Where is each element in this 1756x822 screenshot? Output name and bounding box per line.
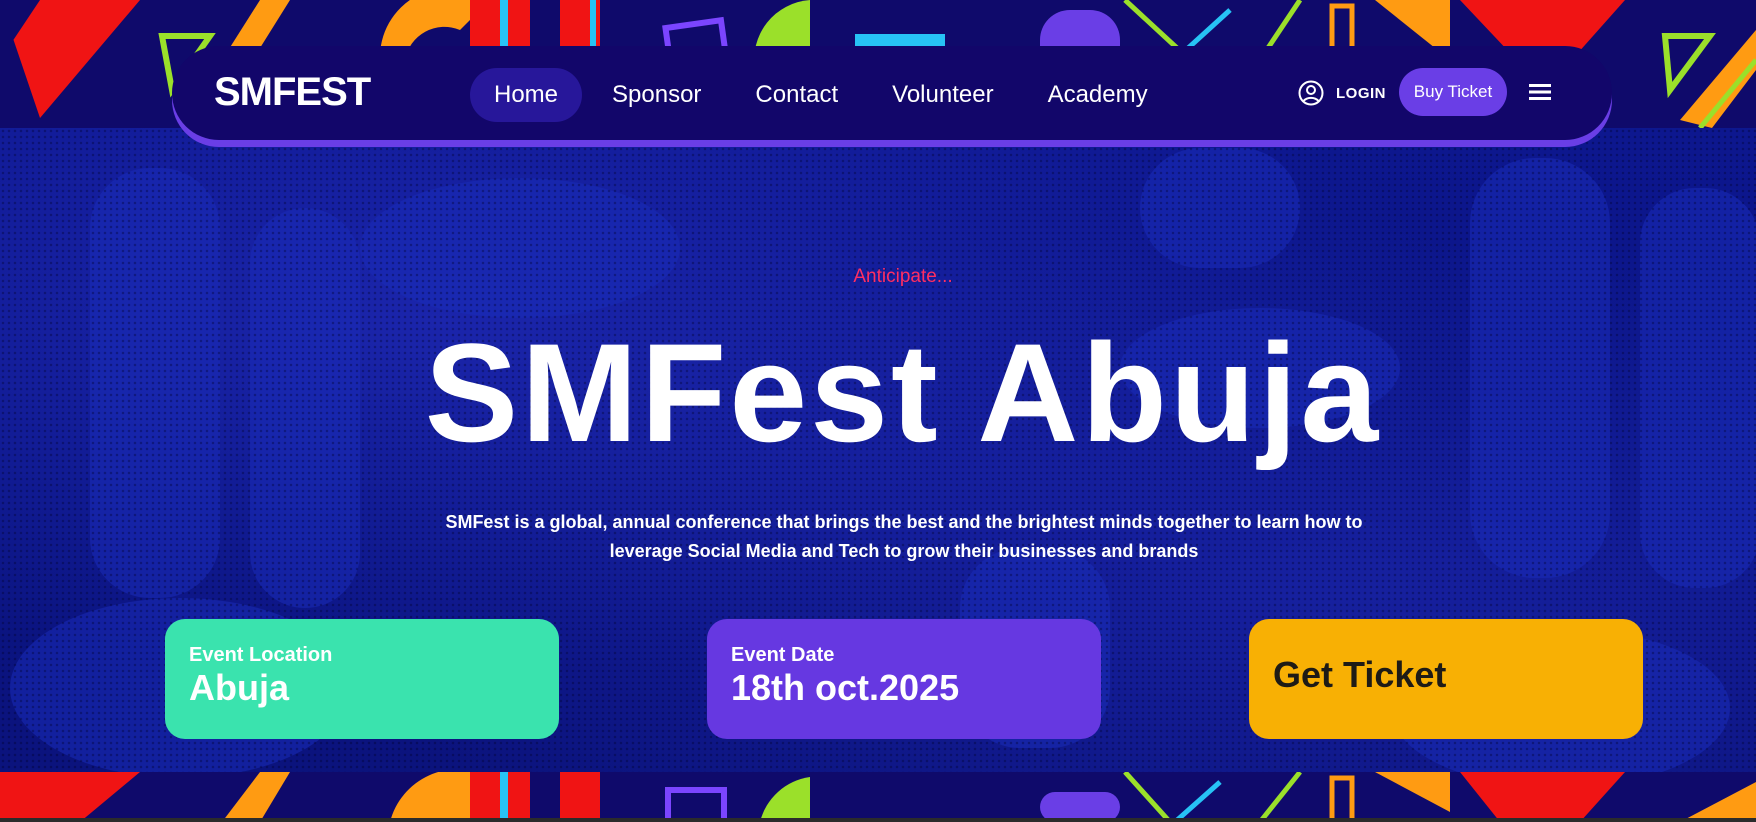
buy-ticket-button[interactable]: Buy Ticket <box>1399 68 1507 116</box>
hero-eyebrow: Anticipate... <box>853 266 953 287</box>
window-bottom-edge <box>0 818 1756 822</box>
site-logo[interactable]: SMFEST <box>214 70 371 115</box>
event-location-label: Event Location <box>189 644 333 666</box>
hero-title: SMFest Abuja <box>424 314 1382 471</box>
nav-item-contact[interactable]: Contact <box>731 68 862 122</box>
event-date-label: Event Date <box>731 644 835 666</box>
bottom-pattern-band <box>0 772 1756 822</box>
hero-description: SMFest is a global, annual conference th… <box>445 512 1363 561</box>
nav-item-home[interactable]: Home <box>470 68 583 122</box>
pattern-shapes-bottom <box>0 772 1756 822</box>
event-location-card: Event Location Abuja <box>165 619 559 739</box>
get-ticket-button[interactable]: Get Ticket <box>1249 619 1643 739</box>
nav-links: Home Sponsor Contact Volunteer Academy <box>470 68 1178 122</box>
main-navbar: SMFEST Home Sponsor Contact Volunteer Ac… <box>172 46 1612 140</box>
login-label: LOGIN <box>1336 84 1386 102</box>
user-circle-icon <box>1298 80 1324 106</box>
nav-item-sponsor[interactable]: Sponsor <box>588 68 725 122</box>
event-location-value: Abuja <box>189 667 290 708</box>
get-ticket-label: Get Ticket <box>1273 654 1447 695</box>
nav-item-volunteer[interactable]: Volunteer <box>868 68 1017 122</box>
nav-item-academy[interactable]: Academy <box>1024 68 1172 122</box>
event-date-value: 18th oct.2025 <box>731 667 960 708</box>
hamburger-menu-icon[interactable] <box>1529 83 1551 101</box>
event-date-card: Event Date 18th oct.2025 <box>707 619 1101 739</box>
login-link[interactable]: LOGIN <box>1298 80 1386 106</box>
page: SMFEST Home Sponsor Contact Volunteer Ac… <box>0 0 1756 822</box>
